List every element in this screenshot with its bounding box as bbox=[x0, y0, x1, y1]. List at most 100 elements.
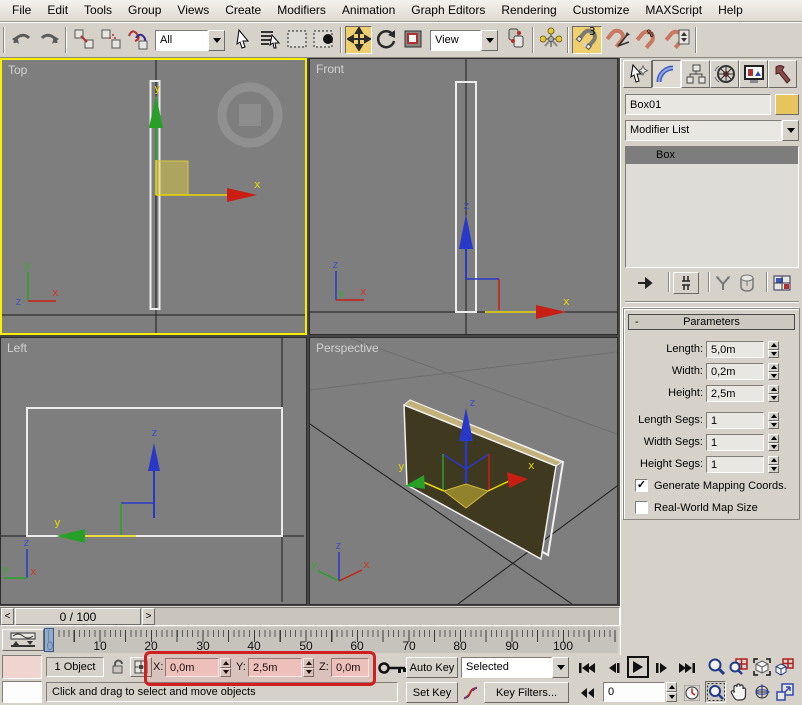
angle-snap-toggle-button[interactable] bbox=[602, 26, 632, 54]
menu-customize[interactable]: Customize bbox=[565, 0, 638, 21]
time-slider-prev-button[interactable]: < bbox=[1, 608, 14, 625]
window-crossing-toggle-button[interactable] bbox=[310, 26, 337, 54]
z-coordinate-field[interactable] bbox=[331, 658, 369, 677]
tab-create[interactable] bbox=[623, 60, 652, 88]
tab-motion[interactable] bbox=[710, 60, 739, 88]
menu-help[interactable]: Help bbox=[710, 0, 751, 21]
menu-maxscript[interactable]: MAXScript bbox=[637, 0, 710, 21]
param-spinner-height-segs[interactable] bbox=[768, 456, 780, 473]
play-button[interactable] bbox=[627, 656, 649, 678]
stack-item-box[interactable]: Box bbox=[626, 147, 798, 164]
redo-button[interactable] bbox=[35, 26, 62, 54]
param-field-length[interactable] bbox=[706, 341, 764, 358]
configure-modifier-sets-button[interactable] bbox=[769, 272, 795, 294]
selection-filter-dropdown[interactable]: All bbox=[155, 30, 225, 51]
spinner-snap-toggle-button[interactable] bbox=[662, 26, 692, 54]
show-end-result-button[interactable] bbox=[673, 272, 699, 294]
selection-lock-button[interactable] bbox=[108, 657, 128, 677]
absolute-offset-mode-button[interactable] bbox=[130, 657, 152, 677]
param-field-width-segs[interactable] bbox=[706, 434, 764, 451]
current-frame-field[interactable] bbox=[603, 682, 665, 702]
select-and-move-button[interactable] bbox=[345, 26, 372, 54]
rollout-collapse-icon[interactable]: - bbox=[635, 316, 639, 328]
unlink-selection-button[interactable] bbox=[97, 26, 124, 54]
param-spinner-width-segs[interactable] bbox=[768, 434, 780, 451]
select-object-button[interactable] bbox=[229, 26, 256, 54]
select-and-manipulate-button[interactable] bbox=[537, 26, 564, 54]
x-coordinate-spinner[interactable] bbox=[220, 658, 232, 677]
menu-edit[interactable]: Edit bbox=[39, 0, 76, 21]
select-and-rotate-button[interactable] bbox=[372, 26, 399, 54]
remove-modifier-button[interactable] bbox=[735, 272, 759, 294]
object-color-swatch[interactable] bbox=[775, 94, 799, 115]
object-name-field[interactable] bbox=[625, 94, 771, 115]
default-tangents-button[interactable] bbox=[461, 682, 481, 703]
pan-button[interactable] bbox=[728, 681, 749, 703]
tab-modify[interactable] bbox=[652, 60, 681, 88]
next-frame-button[interactable] bbox=[652, 657, 672, 678]
time-configuration-button[interactable] bbox=[682, 682, 701, 703]
dropdown-arrow-icon[interactable] bbox=[782, 120, 799, 141]
parameters-rollout-header[interactable]: - Parameters bbox=[628, 314, 795, 330]
menu-graph-editors[interactable]: Graph Editors bbox=[403, 0, 493, 21]
maxscript-mini-listener-script[interactable] bbox=[2, 681, 42, 703]
make-unique-button[interactable] bbox=[711, 272, 735, 294]
tab-display[interactable] bbox=[739, 60, 768, 88]
reference-coordinate-system-dropdown[interactable]: View bbox=[430, 30, 498, 51]
track-bar-ruler[interactable]: 0 10 20 30 40 50 60 70 80 90 100 bbox=[46, 627, 618, 653]
viewport-top[interactable]: Top y x bbox=[0, 58, 307, 335]
select-and-scale-button[interactable] bbox=[399, 26, 426, 54]
viewport-left-canvas[interactable]: z y z y x bbox=[1, 338, 304, 602]
pin-stack-button[interactable] bbox=[633, 272, 659, 294]
viewport-perspective[interactable]: Perspective bbox=[309, 337, 618, 605]
rectangular-selection-region-button[interactable] bbox=[283, 26, 310, 54]
viewport-left[interactable]: Left z y z bbox=[0, 337, 307, 605]
time-slider-next-button[interactable]: > bbox=[142, 608, 155, 625]
menu-create[interactable]: Create bbox=[217, 0, 269, 21]
modifier-list-dropdown[interactable]: Modifier List bbox=[625, 120, 799, 141]
menu-animation[interactable]: Animation bbox=[334, 0, 403, 21]
set-key-button[interactable]: Set Key bbox=[406, 682, 458, 703]
viewport-front[interactable]: Front z x z bbox=[309, 58, 618, 335]
zoom-region-button[interactable] bbox=[705, 681, 726, 703]
current-frame-spinner[interactable] bbox=[666, 682, 678, 702]
bind-to-space-warp-button[interactable] bbox=[124, 26, 151, 54]
tab-utilities[interactable] bbox=[768, 60, 797, 88]
undo-button[interactable] bbox=[8, 26, 35, 54]
dropdown-arrow-icon[interactable] bbox=[552, 657, 569, 678]
viewport-top-canvas[interactable]: y x y z x bbox=[2, 60, 305, 333]
param-field-width[interactable] bbox=[706, 363, 764, 380]
auto-key-button[interactable]: Auto Key bbox=[406, 657, 458, 678]
move-gizmo[interactable]: z y bbox=[54, 426, 160, 543]
dropdown-arrow-icon[interactable] bbox=[208, 30, 225, 51]
zoom-extents-all-button[interactable] bbox=[774, 656, 795, 678]
param-field-height[interactable] bbox=[706, 385, 764, 402]
zoom-button[interactable] bbox=[705, 656, 726, 678]
viewport-perspective-canvas[interactable]: z y x z y x bbox=[310, 338, 617, 604]
menu-rendering[interactable]: Rendering bbox=[493, 0, 564, 21]
select-and-link-button[interactable] bbox=[70, 26, 97, 54]
param-field-length-segs[interactable] bbox=[706, 412, 764, 429]
menu-views[interactable]: Views bbox=[169, 0, 217, 21]
generate-mapping-coords-checkbox[interactable]: ✓ bbox=[635, 479, 648, 492]
use-pivot-point-center-button[interactable] bbox=[502, 26, 529, 54]
viewport-front-canvas[interactable]: z x z y x bbox=[310, 59, 617, 334]
param-spinner-length-segs[interactable] bbox=[768, 412, 780, 429]
go-to-start-button[interactable] bbox=[576, 657, 598, 678]
selection-set-dropdown[interactable]: Selected bbox=[461, 657, 569, 678]
param-spinner-height[interactable] bbox=[768, 385, 780, 402]
menu-tools[interactable]: Tools bbox=[76, 0, 120, 21]
select-by-name-button[interactable] bbox=[256, 26, 283, 54]
menu-group[interactable]: Group bbox=[120, 0, 169, 21]
zoom-extents-button[interactable] bbox=[751, 656, 772, 678]
time-slider-handle[interactable]: 0 / 100 bbox=[15, 608, 141, 625]
param-spinner-width[interactable] bbox=[768, 363, 780, 380]
param-spinner-length[interactable] bbox=[768, 341, 780, 358]
menu-file[interactable]: File bbox=[4, 0, 39, 21]
zoom-all-button[interactable] bbox=[728, 656, 749, 678]
param-field-height-segs[interactable] bbox=[706, 456, 764, 473]
modifier-stack-list[interactable]: Box bbox=[625, 146, 799, 268]
menu-modifiers[interactable]: Modifiers bbox=[269, 0, 334, 21]
real-world-map-size-checkbox[interactable] bbox=[635, 501, 648, 514]
min-max-toggle-button[interactable] bbox=[774, 681, 795, 703]
